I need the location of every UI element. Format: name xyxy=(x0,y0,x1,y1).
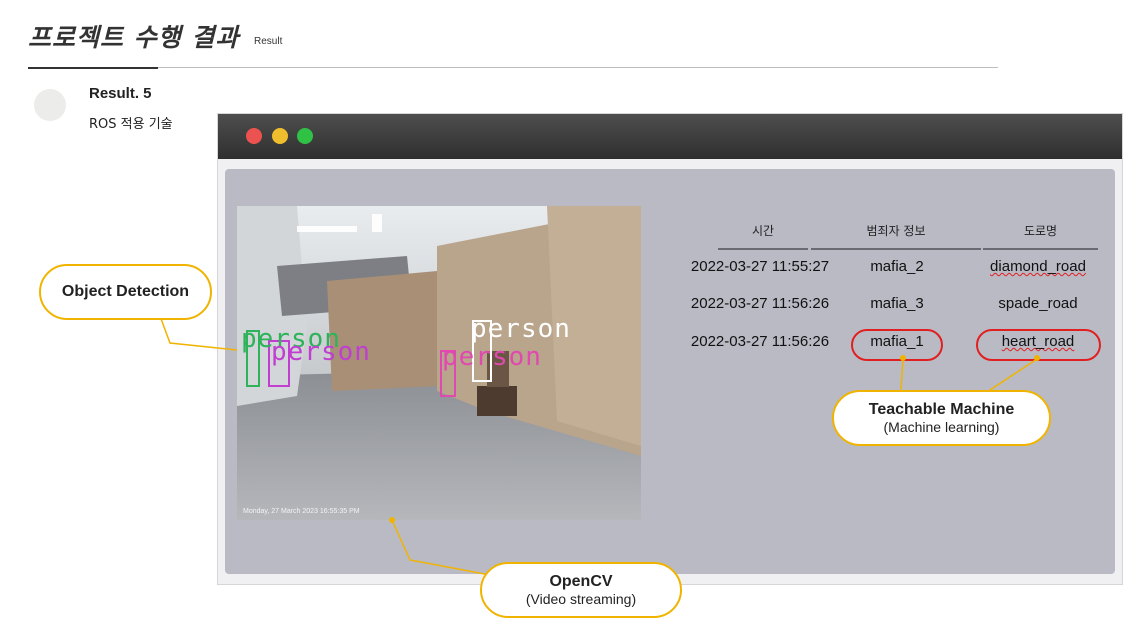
callout-connectors xyxy=(159,315,1040,576)
callout-title: Teachable Machine xyxy=(868,401,1015,418)
callout-teachable-machine: Teachable Machine (Machine learning) xyxy=(832,390,1051,446)
callout-title: Object Detection xyxy=(61,283,190,300)
callout-subtitle: (Machine learning) xyxy=(883,419,1000,435)
callout-title: OpenCV xyxy=(549,573,613,590)
callout-subtitle: (Video streaming) xyxy=(525,591,637,607)
callout-object-detection: Object Detection xyxy=(39,264,212,320)
callout-opencv: OpenCV (Video streaming) xyxy=(480,562,682,618)
